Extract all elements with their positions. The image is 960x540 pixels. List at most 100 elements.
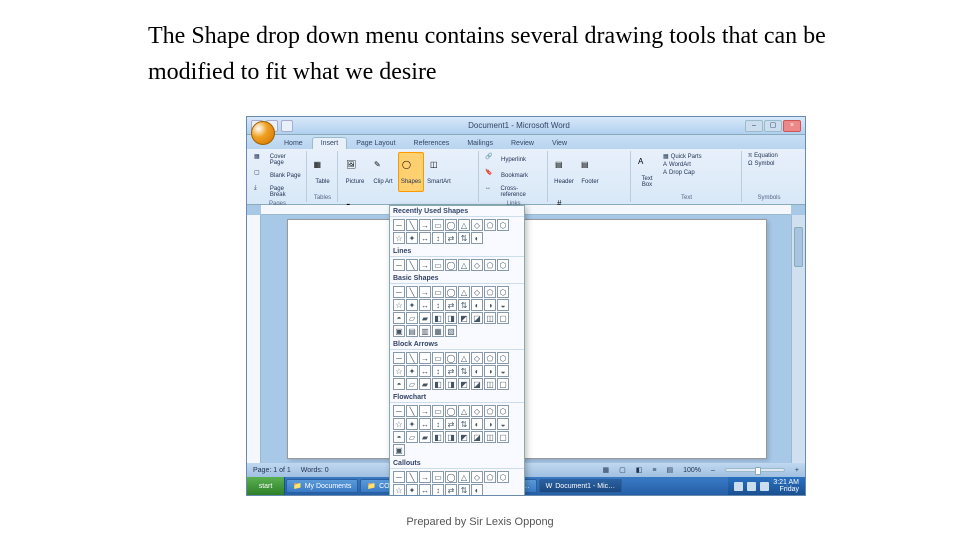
shape-item[interactable]: ⬠: [484, 471, 496, 483]
shape-item[interactable]: ◑: [484, 299, 496, 311]
equation-button[interactable]: πEquation: [746, 152, 780, 160]
shape-item[interactable]: ─: [393, 286, 405, 298]
shape-item[interactable]: ◨: [445, 431, 457, 443]
shape-item[interactable]: ◒: [497, 365, 509, 377]
bookmark-button[interactable]: 🔖Bookmark: [483, 168, 530, 184]
tray-volume-icon[interactable]: [760, 482, 769, 491]
vertical-ruler[interactable]: [247, 215, 261, 463]
shape-item[interactable]: ◧: [432, 378, 444, 390]
page-break-button[interactable]: ⤓Page Break: [252, 184, 303, 200]
shape-item[interactable]: ↔: [419, 299, 431, 311]
shape-item[interactable]: ☆: [393, 232, 405, 244]
symbol-button[interactable]: ΩSymbol: [746, 160, 777, 168]
view-web-icon[interactable]: ◧: [636, 466, 643, 474]
shape-item[interactable]: ╲: [406, 286, 418, 298]
shape-item[interactable]: ⬡: [497, 259, 509, 271]
shape-item[interactable]: ◇: [471, 471, 483, 483]
shape-item[interactable]: ☆: [393, 418, 405, 430]
shape-item[interactable]: ▭: [432, 286, 444, 298]
shape-item[interactable]: ◯: [445, 219, 457, 231]
shape-item[interactable]: ▰: [419, 431, 431, 443]
shape-item[interactable]: ◯: [445, 471, 457, 483]
shape-item[interactable]: ↕: [432, 232, 444, 244]
zoom-slider[interactable]: [725, 468, 785, 472]
shape-item[interactable]: ╲: [406, 259, 418, 271]
shape-item[interactable]: ╲: [406, 405, 418, 417]
shape-item[interactable]: △: [458, 471, 470, 483]
scroll-thumb[interactable]: [794, 227, 803, 267]
view-outline-icon[interactable]: ≡: [652, 467, 656, 474]
shape-item[interactable]: ↔: [419, 484, 431, 496]
tab-home[interactable]: Home: [275, 137, 312, 149]
shape-item[interactable]: ↔: [419, 365, 431, 377]
shape-item[interactable]: ✦: [406, 365, 418, 377]
shape-item[interactable]: ↕: [432, 365, 444, 377]
shape-item[interactable]: ╲: [406, 471, 418, 483]
vertical-scrollbar[interactable]: [791, 215, 805, 463]
shape-item[interactable]: →: [419, 219, 431, 231]
shape-item[interactable]: ↔: [419, 232, 431, 244]
shape-item[interactable]: ◫: [484, 378, 496, 390]
shape-item[interactable]: →: [419, 259, 431, 271]
tray-icon[interactable]: [734, 482, 743, 491]
shape-item[interactable]: ◇: [471, 219, 483, 231]
shape-item[interactable]: ▦: [432, 325, 444, 337]
shape-item[interactable]: ▱: [406, 312, 418, 324]
shape-item[interactable]: ⇄: [445, 232, 457, 244]
shape-item[interactable]: ▢: [497, 378, 509, 390]
shape-item[interactable]: ⬠: [484, 286, 496, 298]
shape-item[interactable]: ◪: [471, 431, 483, 443]
shape-item[interactable]: ◇: [471, 405, 483, 417]
shape-item[interactable]: ◓: [393, 431, 405, 443]
cross-reference-button[interactable]: ↔Cross-reference: [483, 184, 544, 200]
shape-item[interactable]: ◫: [484, 431, 496, 443]
shape-item[interactable]: ◪: [471, 378, 483, 390]
shape-item[interactable]: →: [419, 471, 431, 483]
view-draft-icon[interactable]: ▤: [666, 466, 673, 474]
tab-view[interactable]: View: [543, 137, 576, 149]
shape-item[interactable]: ☆: [393, 299, 405, 311]
shape-item[interactable]: ◓: [393, 312, 405, 324]
shape-item[interactable]: ◇: [471, 352, 483, 364]
clip-art-button[interactable]: ✎Clip Art: [370, 152, 396, 192]
shape-item[interactable]: ◨: [445, 312, 457, 324]
shape-item[interactable]: ◐: [471, 232, 483, 244]
shape-item[interactable]: ▭: [432, 352, 444, 364]
shape-item[interactable]: ▣: [393, 444, 405, 456]
shape-item[interactable]: ⇅: [458, 484, 470, 496]
shape-item[interactable]: △: [458, 219, 470, 231]
tray-icon[interactable]: [747, 482, 756, 491]
shape-item[interactable]: ⬡: [497, 286, 509, 298]
shape-item[interactable]: ─: [393, 259, 405, 271]
zoom-slider-thumb[interactable]: [755, 467, 761, 475]
shape-item[interactable]: ◇: [471, 286, 483, 298]
shape-item[interactable]: ⇅: [458, 418, 470, 430]
shape-item[interactable]: ◩: [458, 431, 470, 443]
shape-item[interactable]: ☆: [393, 484, 405, 496]
shape-item[interactable]: ⬡: [497, 471, 509, 483]
shape-item[interactable]: ▣: [393, 325, 405, 337]
shape-item[interactable]: ⇄: [445, 365, 457, 377]
shape-item[interactable]: →: [419, 405, 431, 417]
hyperlink-button[interactable]: 🔗Hyperlink: [483, 152, 528, 168]
taskbar-item-my-documents[interactable]: 📁My Documents: [286, 479, 358, 493]
shape-item[interactable]: ⬠: [484, 219, 496, 231]
shape-item[interactable]: ☆: [393, 365, 405, 377]
shape-item[interactable]: ▧: [445, 325, 457, 337]
shape-item[interactable]: ◯: [445, 405, 457, 417]
shape-item[interactable]: ◑: [484, 418, 496, 430]
shape-item[interactable]: ⇄: [445, 418, 457, 430]
text-box-button[interactable]: AText Box: [635, 152, 659, 192]
shape-item[interactable]: ▢: [497, 312, 509, 324]
shape-item[interactable]: ◨: [445, 378, 457, 390]
shape-item[interactable]: →: [419, 352, 431, 364]
shape-item[interactable]: ─: [393, 219, 405, 231]
shape-item[interactable]: ─: [393, 471, 405, 483]
zoom-in-button[interactable]: +: [795, 467, 799, 474]
shape-item[interactable]: ◪: [471, 312, 483, 324]
blank-page-button[interactable]: ▢Blank Page: [252, 168, 303, 184]
shape-item[interactable]: ◒: [497, 299, 509, 311]
shape-item[interactable]: ▥: [419, 325, 431, 337]
shape-item[interactable]: ─: [393, 352, 405, 364]
shape-item[interactable]: ─: [393, 405, 405, 417]
